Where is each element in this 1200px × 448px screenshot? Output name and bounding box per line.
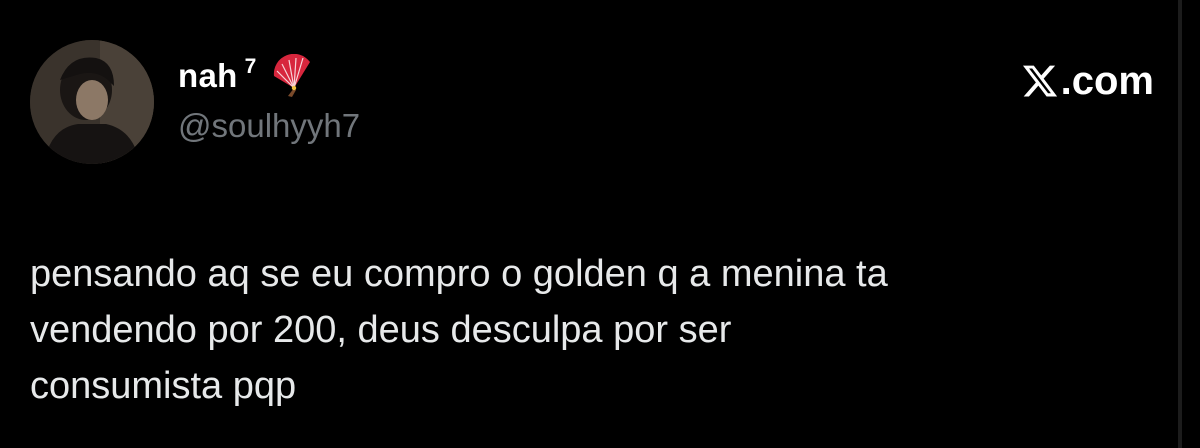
author-display-name[interactable]: nah: [178, 52, 238, 100]
brand-suffix: .com: [1060, 59, 1154, 103]
brand-watermark: .com: [1021, 56, 1154, 106]
author-name-row: nah 7: [178, 52, 316, 100]
author-name-superscript: 7: [244, 55, 257, 78]
right-edge-divider: [1178, 0, 1182, 448]
tweet-text: pensando aq se eu compro o golden q a me…: [30, 253, 888, 407]
folding-fan-icon: [274, 54, 311, 97]
avatar[interactable]: [30, 40, 154, 164]
x-logo-icon: [1022, 65, 1057, 97]
avatar-photo: [30, 40, 154, 164]
author-handle[interactable]: @soulhyyh7: [178, 104, 360, 148]
